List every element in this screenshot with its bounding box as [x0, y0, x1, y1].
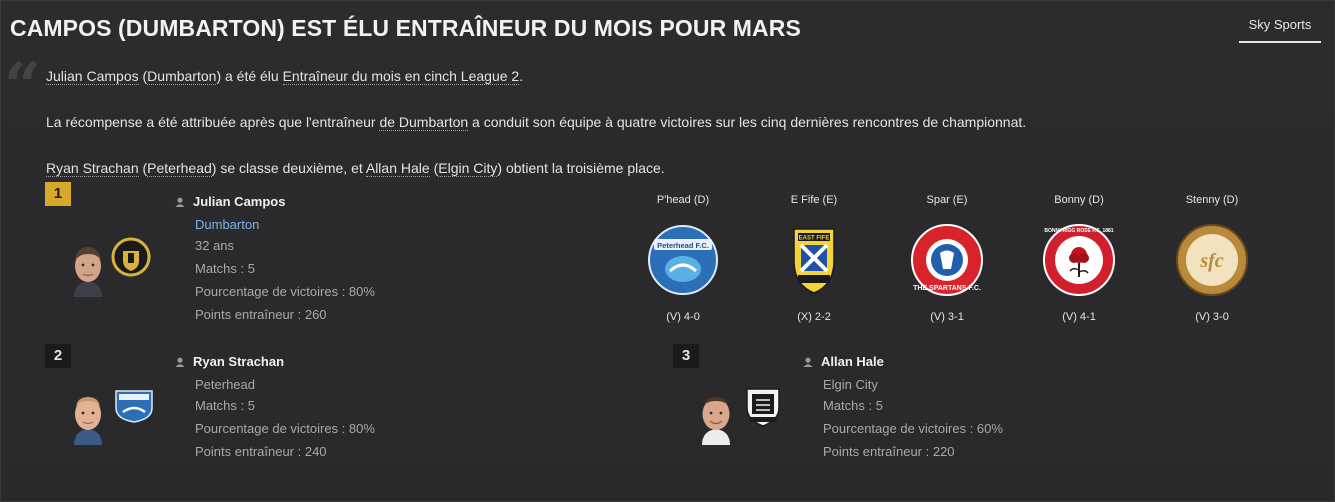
peterhead-small-crest-icon — [115, 390, 153, 423]
source-tab-sky-sports[interactable]: Sky Sports — [1239, 13, 1321, 43]
result-team-label: P'head (D) — [656, 194, 710, 206]
text-fragment: ) obtient la troisième place. — [497, 160, 665, 176]
peterhead-crest-icon[interactable]: Peterhead F.C. — [646, 223, 720, 297]
rank-badge-2: 2 — [45, 344, 71, 368]
article-paragraph-2: La récompense a été attribuée après que … — [46, 114, 1027, 131]
manager-face-strachan[interactable] — [68, 389, 108, 445]
result-score: (V) 4-0 — [666, 311, 700, 323]
person-icon — [803, 357, 813, 367]
text-fragment: ( — [429, 160, 439, 176]
manager-name-campos[interactable]: Julian Campos — [175, 194, 285, 209]
news-panel: CAMPOS (DUMBARTON) EST ÉLU ENTRAÎNEUR DU… — [0, 0, 1335, 502]
person-icon — [175, 197, 185, 207]
person-icon — [175, 357, 185, 367]
manager-name-label: Ryan Strachan — [193, 354, 285, 369]
manager-club-link[interactable]: Dumbarton — [195, 217, 259, 232]
east-fife-crest-icon[interactable]: EAST FIFE — [777, 223, 851, 297]
article-paragraph-1: Julian Campos (Dumbarton) a été élu Entr… — [46, 68, 524, 85]
spartans-crest-text: THE SPARTANS F.C. — [913, 285, 981, 292]
text-fragment: ( — [138, 160, 148, 176]
east-fife-crest-text: EAST FIFE — [799, 236, 830, 242]
manager-points: Points entraîneur : 220 — [823, 444, 955, 459]
manager-club: Peterhead — [195, 377, 255, 392]
bonnyrigg-crest-icon[interactable]: BONNYRIGG ROSE F.C. 1881 — [1042, 223, 1116, 297]
text-fragment: a conduit son équipe à quatre victoires … — [468, 114, 1027, 130]
manager-link-strachan[interactable]: Ryan Strachan — [46, 160, 139, 177]
manager-face-hale[interactable] — [696, 389, 736, 445]
manager-matches: Matchs : 5 — [195, 261, 255, 276]
news-headline: CAMPOS (DUMBARTON) EST ÉLU ENTRAÎNEUR DU… — [10, 15, 801, 41]
bonnyrigg-crest-text: BONNYRIGG ROSE F.C. 1881 — [1044, 228, 1113, 234]
manager-link-hale[interactable]: Allan Hale — [365, 160, 430, 177]
result-team-label: Stenny (D) — [1185, 194, 1239, 206]
manager-win-pct: Pourcentage de victoires : 80% — [195, 421, 375, 436]
manager-age: 32 ans — [195, 238, 235, 253]
manager-win-pct: Pourcentage de victoires : 80% — [195, 284, 375, 299]
result-score: (V) 4-1 — [1062, 311, 1096, 323]
spartans-crest-icon[interactable]: THE SPARTANS F.C. — [910, 223, 984, 297]
club-link-dumbarton[interactable]: Dumbarton — [147, 68, 217, 85]
manager-face-campos[interactable] — [68, 241, 108, 297]
dumbarton-crest-icon — [111, 237, 151, 277]
text-fragment: ( — [138, 68, 148, 84]
manager-club: Elgin City — [823, 377, 878, 392]
result-score: (V) 3-1 — [930, 311, 964, 323]
manager-name-label: Allan Hale — [821, 354, 884, 369]
club-link-peterhead[interactable]: Peterhead — [147, 160, 212, 177]
result-team-label: Bonny (D) — [1054, 194, 1104, 206]
manager-matches: Matchs : 5 — [823, 398, 883, 413]
manager-points: Points entraîneur : 240 — [195, 444, 327, 459]
club-link-dumbarton-2[interactable]: de Dumbarton — [379, 114, 469, 131]
result-team-label: E Fife (E) — [790, 194, 838, 206]
award-link[interactable]: Entraîneur du mois en cinch League 2 — [282, 68, 520, 85]
text-fragment: ) se classe deuxième, et — [211, 160, 366, 176]
manager-points: Points entraîneur : 260 — [195, 307, 327, 322]
stenhousemuir-crest-text: sfc — [1199, 250, 1223, 272]
manager-link-campos[interactable]: Julian Campos — [46, 68, 139, 85]
quote-icon: “ — [4, 49, 41, 124]
stenhousemuir-crest-icon[interactable]: sfc — [1175, 223, 1249, 297]
result-score: (V) 3-0 — [1195, 311, 1229, 323]
manager-name-label: Julian Campos — [193, 194, 286, 209]
text-fragment: La récompense a été attribuée après que … — [46, 114, 380, 130]
manager-name-strachan[interactable]: Ryan Strachan — [175, 354, 284, 369]
manager-name-hale[interactable]: Allan Hale — [803, 354, 884, 369]
result-team-label: Spar (E) — [926, 194, 968, 206]
manager-win-pct: Pourcentage de victoires : 60% — [823, 421, 1003, 436]
manager-matches: Matchs : 5 — [195, 398, 255, 413]
elgin-city-crest-icon — [746, 388, 780, 427]
text-fragment: ) a été élu — [216, 68, 283, 84]
club-link-elgin[interactable]: Elgin City — [438, 160, 498, 177]
text-fragment: . — [519, 68, 524, 84]
rank-badge-1: 1 — [45, 182, 71, 206]
result-score: (X) 2-2 — [797, 311, 831, 323]
article-paragraph-3: Ryan Strachan (Peterhead) se classe deux… — [46, 160, 665, 177]
rank-badge-3: 3 — [673, 344, 699, 368]
peterhead-crest-text: Peterhead F.C. — [657, 241, 709, 250]
